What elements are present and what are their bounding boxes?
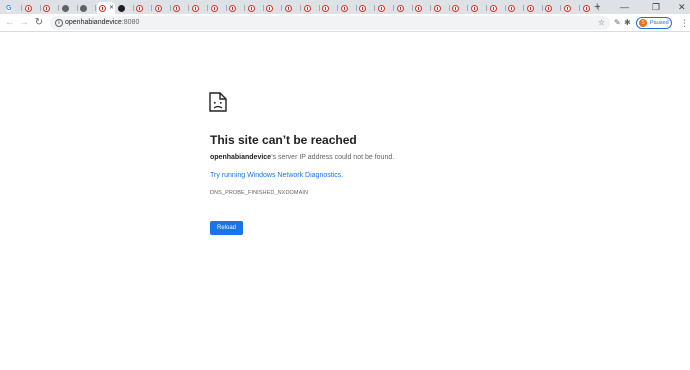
tab-strip: G ✕ + — ❐ ✕ bbox=[0, 0, 690, 14]
error-icon bbox=[359, 4, 367, 12]
error-icon bbox=[582, 4, 590, 12]
tab[interactable] bbox=[134, 2, 153, 14]
info-icon[interactable]: i bbox=[55, 19, 63, 27]
error-icon bbox=[136, 4, 144, 12]
globe-icon bbox=[61, 4, 69, 12]
tab[interactable] bbox=[413, 2, 432, 14]
toolbar: ← → ↻ i openhabiandevice:8080 ☆ ✎ ✱ S Pa… bbox=[0, 14, 690, 32]
error-icon bbox=[378, 4, 385, 12]
github-icon bbox=[117, 4, 125, 12]
error-icon bbox=[154, 4, 162, 12]
error-icon bbox=[43, 4, 51, 12]
error-icon bbox=[322, 4, 330, 12]
google-g-icon: G bbox=[6, 4, 12, 12]
error-icon bbox=[526, 4, 534, 12]
tab[interactable] bbox=[171, 2, 190, 14]
profile-status: Paused bbox=[650, 20, 669, 26]
error-icon bbox=[396, 4, 404, 12]
tab[interactable] bbox=[41, 2, 60, 14]
tab[interactable] bbox=[153, 2, 171, 14]
error-icon bbox=[545, 4, 553, 12]
error-icon bbox=[303, 4, 311, 12]
error-icon bbox=[433, 4, 441, 12]
error-code: DNS_PROBE_FINISHED_NXDOMAIN bbox=[210, 190, 309, 196]
error-icon bbox=[340, 4, 348, 12]
tab[interactable] bbox=[283, 2, 301, 14]
error-icon bbox=[471, 4, 478, 12]
tab[interactable] bbox=[78, 2, 97, 14]
extension-pen-icon[interactable]: ✎ bbox=[614, 17, 621, 29]
new-tab-button[interactable]: + bbox=[594, 1, 600, 13]
tab[interactable]: G bbox=[4, 2, 22, 14]
tab[interactable] bbox=[506, 2, 525, 14]
tab[interactable] bbox=[209, 2, 227, 14]
error-message-rest: ’s server IP address could not be found. bbox=[271, 154, 395, 161]
reload-icon[interactable]: ↻ bbox=[33, 17, 45, 29]
tab[interactable] bbox=[227, 2, 246, 14]
error-title: This site can’t be reached bbox=[210, 133, 357, 147]
tab-active[interactable]: ✕ bbox=[97, 2, 115, 14]
avatar: S bbox=[639, 19, 647, 27]
network-diagnostics-link[interactable]: Try running Windows Network Diagnostics. bbox=[210, 171, 343, 181]
tab[interactable] bbox=[450, 2, 469, 14]
error-icon bbox=[564, 4, 571, 12]
error-icon bbox=[192, 4, 199, 12]
tab[interactable] bbox=[395, 2, 413, 14]
url-host: openhabiandevice bbox=[65, 19, 122, 26]
error-icon bbox=[247, 4, 255, 12]
tab[interactable] bbox=[339, 2, 357, 14]
error-icon bbox=[229, 4, 237, 12]
globe-icon bbox=[80, 4, 88, 12]
address-bar[interactable]: i openhabiandevice:8080 ☆ bbox=[50, 16, 610, 30]
tab[interactable] bbox=[469, 2, 487, 14]
tab[interactable] bbox=[488, 2, 506, 14]
bookmark-star-icon[interactable]: ☆ bbox=[598, 16, 605, 30]
tab[interactable] bbox=[562, 2, 580, 14]
error-icon bbox=[210, 4, 218, 12]
close-tab-icon[interactable]: ✕ bbox=[109, 5, 114, 11]
tab[interactable] bbox=[116, 2, 134, 14]
error-icon bbox=[452, 4, 460, 12]
error-icon bbox=[489, 4, 497, 12]
error-icon bbox=[24, 4, 32, 12]
sad-page-icon bbox=[209, 92, 227, 112]
extensions-puzzle-icon[interactable]: ✱ bbox=[624, 17, 631, 29]
tab[interactable] bbox=[264, 2, 283, 14]
tab[interactable] bbox=[246, 2, 264, 14]
close-window-icon[interactable]: ✕ bbox=[678, 1, 686, 13]
tab[interactable] bbox=[190, 2, 208, 14]
error-message: openhabiandevice’s server IP address cou… bbox=[210, 153, 394, 163]
tab[interactable] bbox=[376, 2, 394, 14]
forward-arrow-icon[interactable]: → bbox=[18, 17, 30, 29]
error-host: openhabiandevice bbox=[210, 154, 272, 161]
profile-button[interactable]: S Paused bbox=[636, 17, 672, 29]
tab[interactable] bbox=[320, 2, 339, 14]
tab[interactable] bbox=[60, 2, 78, 14]
tab[interactable] bbox=[23, 2, 41, 14]
minimize-icon[interactable]: — bbox=[620, 1, 629, 13]
back-arrow-icon[interactable]: ← bbox=[4, 17, 16, 29]
error-icon bbox=[173, 4, 181, 12]
tab[interactable] bbox=[543, 2, 562, 14]
url-port: :8080 bbox=[121, 19, 140, 26]
error-icon bbox=[99, 4, 106, 12]
error-icon bbox=[285, 4, 292, 12]
tab[interactable] bbox=[302, 2, 320, 14]
error-icon bbox=[508, 4, 516, 12]
tab[interactable] bbox=[525, 2, 543, 14]
error-icon bbox=[266, 4, 274, 12]
reload-button[interactable]: Reload bbox=[210, 221, 243, 235]
restore-icon[interactable]: ❐ bbox=[652, 1, 660, 13]
tab[interactable] bbox=[357, 2, 376, 14]
more-menu-icon[interactable]: ⋮ bbox=[680, 17, 689, 29]
url-text[interactable]: openhabiandevice:8080 bbox=[65, 16, 139, 30]
tab[interactable] bbox=[432, 2, 450, 14]
error-icon bbox=[415, 4, 423, 12]
